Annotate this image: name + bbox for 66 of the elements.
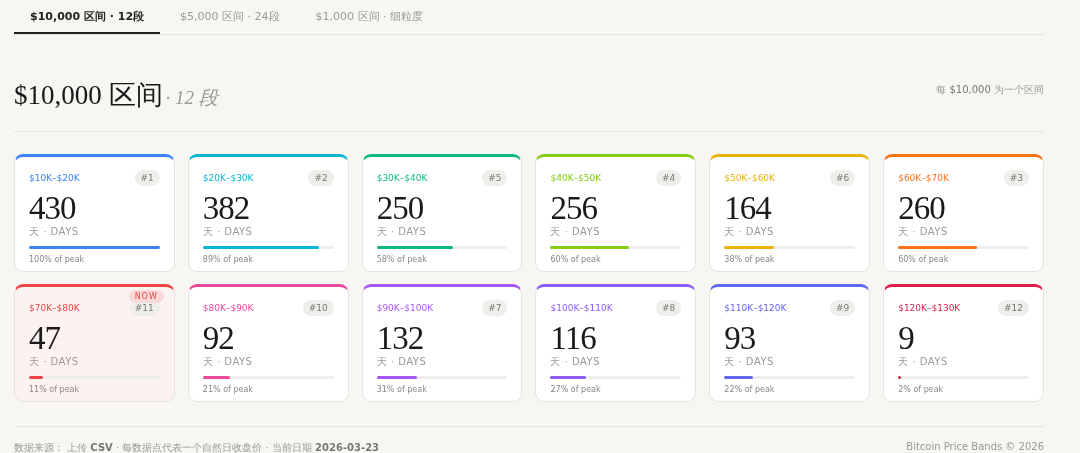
band-range: $10K–$20K: [29, 172, 80, 183]
tab[interactable]: $10,000 区间 · 12段: [14, 0, 161, 34]
peak-label: 22% of peak: [724, 385, 776, 394]
band-range: $30K–$40K: [376, 172, 428, 183]
unit-label: 天 · DAYS: [29, 356, 80, 368]
day-count: 382: [202, 190, 251, 226]
unit-label: 天 · DAYS: [202, 226, 254, 238]
band-range: $90K–$100K: [376, 302, 434, 313]
day-count: 47: [29, 320, 61, 356]
day-count: 256: [550, 190, 598, 226]
day-count: 260: [898, 190, 946, 226]
now-badge: NOW: [128, 290, 164, 303]
peak-label: 100% of peak: [29, 255, 86, 264]
day-count: 430: [29, 190, 77, 226]
day-count: 93: [724, 320, 757, 356]
tab[interactable]: $5,000 区间 · 24段: [164, 0, 296, 34]
band-range: $80K–$90K: [202, 302, 254, 313]
day-count: 116: [550, 320, 597, 356]
unit-label: 天 · DAYS: [550, 226, 602, 238]
unit-label: 天 · DAYS: [724, 226, 775, 238]
rank-badge: #5: [482, 169, 508, 186]
rank-badge: #9: [829, 299, 856, 316]
unit-label: 天 · DAYS: [724, 356, 775, 368]
peak-label: 38% of peak: [724, 255, 776, 264]
peak-label: 60% of peak: [898, 255, 950, 264]
unit-label: 天 · DAYS: [202, 356, 254, 368]
unit-label: 天 · DAYS: [550, 356, 602, 368]
rank-badge: #7: [482, 299, 508, 316]
unit-label: 天 · DAYS: [898, 356, 949, 368]
band-range: $100K–$110K: [550, 302, 613, 313]
band-range: $70K–$80K: [29, 302, 80, 313]
peak-label: 31% of peak: [376, 385, 428, 394]
unit-label: 天 · DAYS: [29, 226, 80, 238]
unit-label: 天 · DAYS: [376, 226, 428, 238]
page-title: $10,000 区间: [14, 80, 163, 110]
peak-label: 60% of peak: [550, 255, 602, 264]
day-count: 9: [898, 320, 915, 356]
band-range: $120K–$130K: [898, 302, 961, 313]
rank-badge: #12: [998, 299, 1029, 316]
peak-label: 11% of peak: [29, 385, 81, 394]
day-count: 92: [202, 320, 235, 356]
rank-badge: #2: [308, 169, 334, 186]
band-range: $20K–$30K: [202, 172, 254, 183]
peak-label: 2% of peak: [898, 385, 945, 394]
peak-label: 89% of peak: [202, 255, 254, 264]
rank-badge: #3: [1003, 169, 1029, 186]
unit-label: 天 · DAYS: [898, 226, 949, 238]
rank-badge: #1: [134, 169, 160, 186]
tab[interactable]: $1,000 区间 · 细粒度: [299, 0, 440, 34]
band-range: $40K–$50K: [550, 172, 602, 183]
peak-label: 58% of peak: [376, 255, 428, 264]
segment-count: · 12 段: [165, 87, 218, 108]
rank-badge: #6: [829, 169, 856, 186]
rank-badge: #8: [656, 299, 682, 316]
peak-label: 21% of peak: [202, 385, 254, 394]
rank-badge: #4: [656, 169, 682, 186]
unit-label: 天 · DAYS: [376, 356, 428, 368]
band-range: $60K–$70K: [898, 172, 949, 183]
copyright: Bitcoin Price Bands © 2026: [906, 441, 1044, 453]
rank-badge: #10: [302, 299, 334, 316]
day-count: 132: [376, 320, 425, 356]
day-count: 250: [376, 190, 425, 226]
band-range: $110K–$120K: [724, 302, 787, 313]
band-range: $50K–$60K: [724, 172, 775, 183]
peak-label: 27% of peak: [550, 385, 602, 394]
day-count: 164: [724, 190, 773, 226]
